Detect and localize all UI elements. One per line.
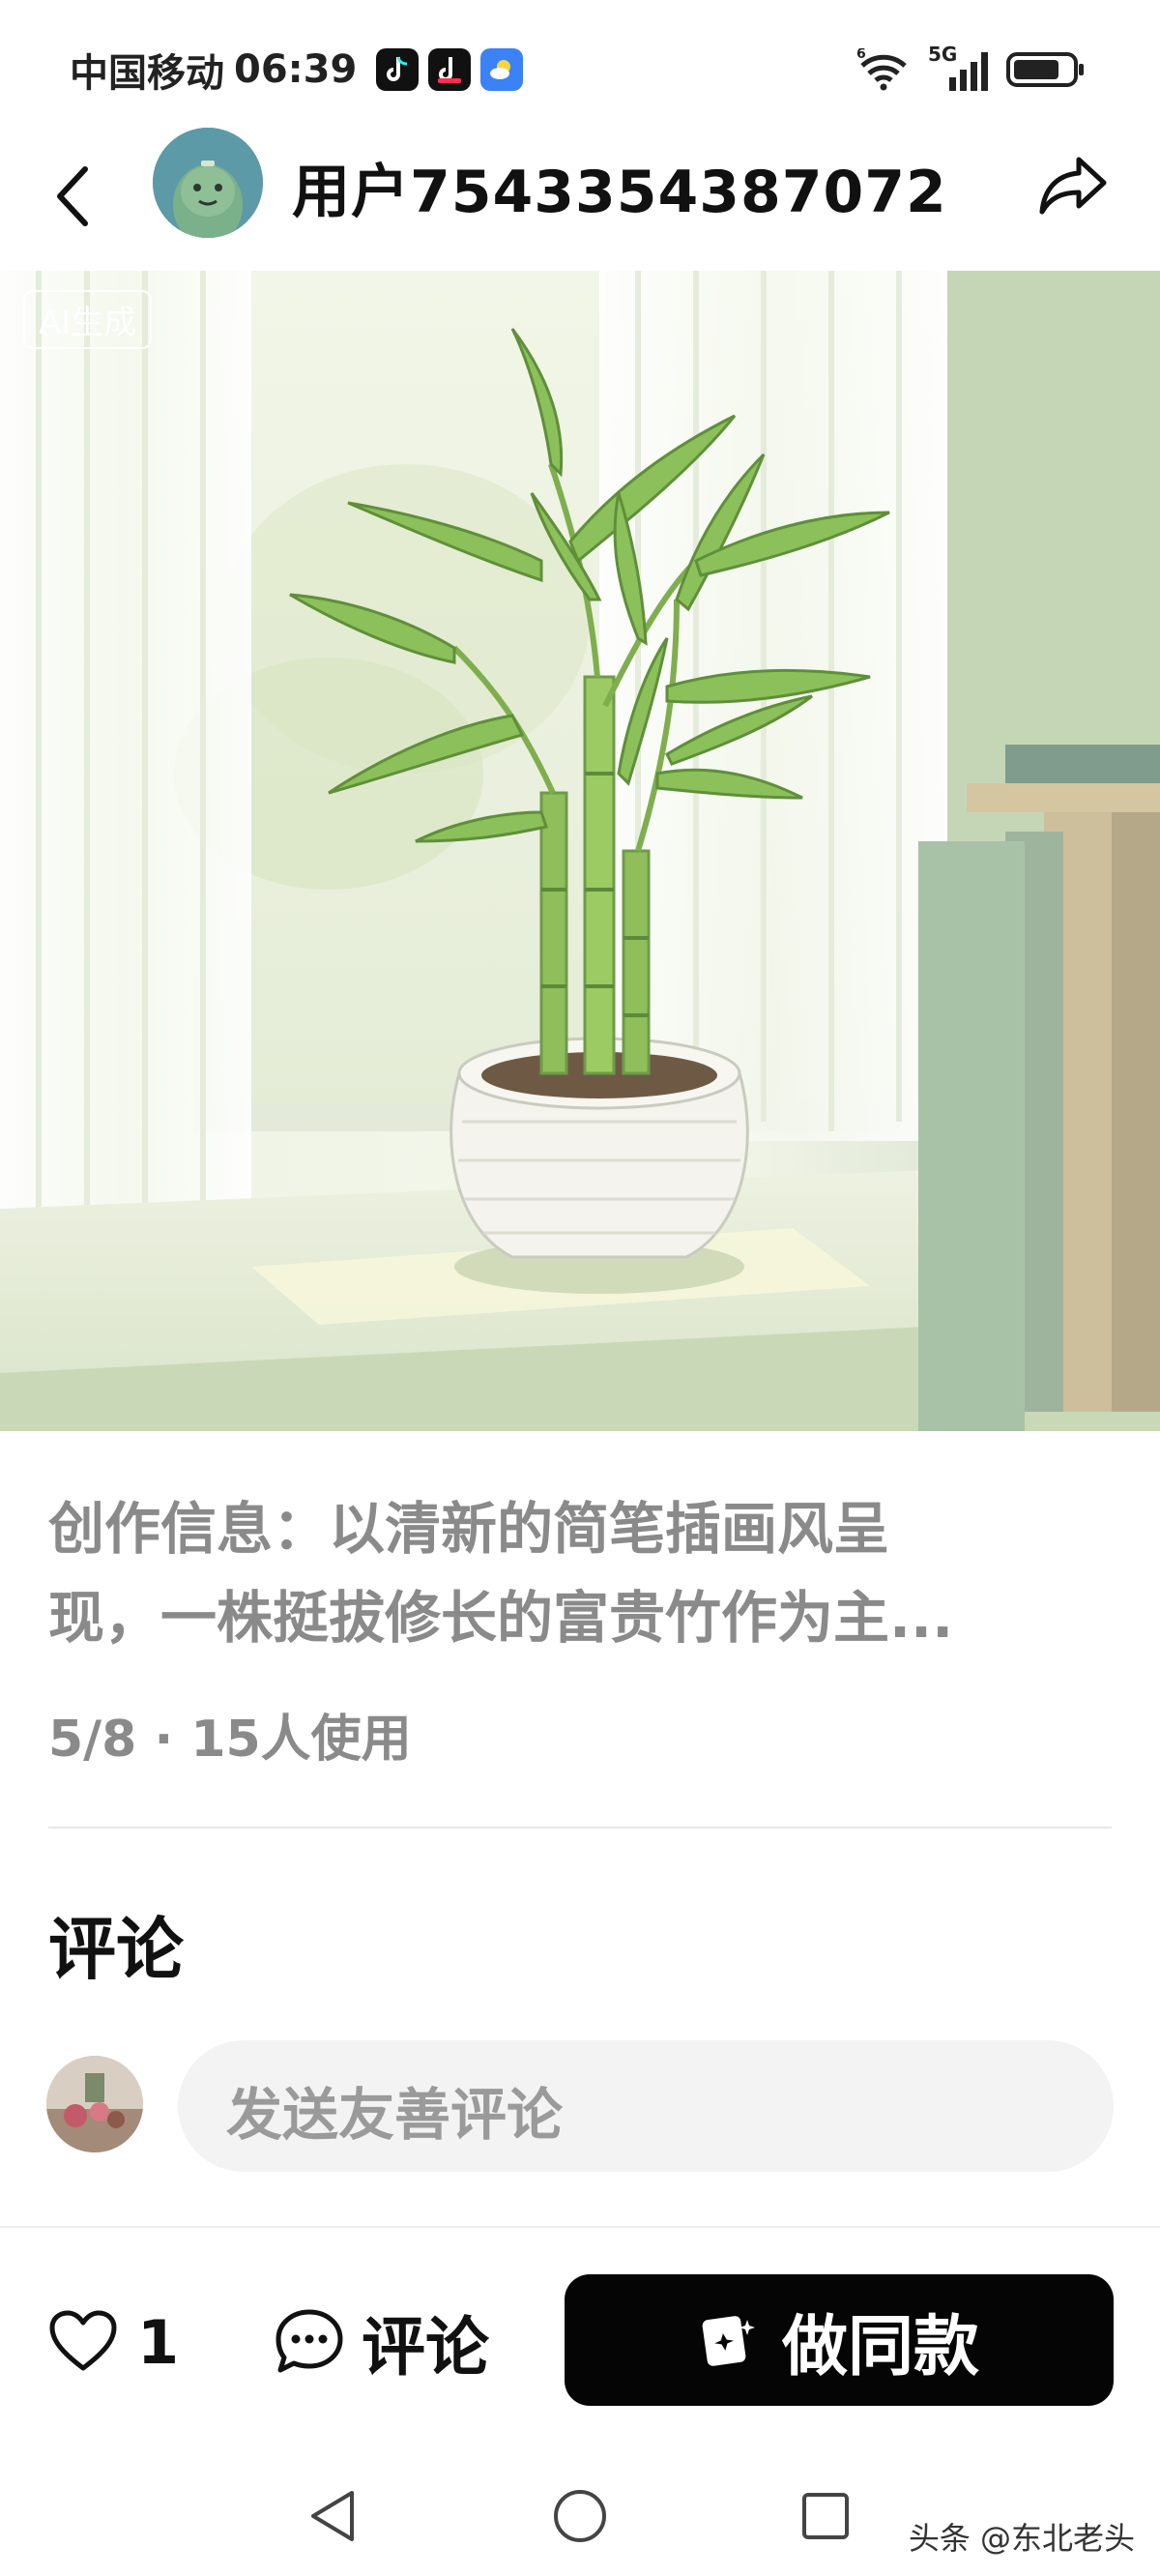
- bottom-bar-divider: [0, 2226, 1160, 2228]
- system-nav-bar: 头条 @东北老头: [0, 2456, 1160, 2576]
- nav-recents-button[interactable]: [787, 2477, 864, 2555]
- back-button[interactable]: [44, 153, 102, 240]
- wifi-6-icon: 6: [856, 48, 907, 91]
- watermark: 头条 @东北老头: [908, 2520, 1135, 2557]
- make-same-label: 做同款: [781, 2308, 979, 2386]
- status-left: 中国移动 06:39: [70, 41, 524, 99]
- generated-image[interactable]: AI生成: [0, 271, 1160, 1431]
- weather-notification-icon: [480, 48, 524, 91]
- 5g-signal-icon: 5G: [928, 43, 988, 91]
- author-username[interactable]: 用户7543354387072: [292, 145, 947, 229]
- author-avatar[interactable]: [153, 128, 263, 238]
- creation-info[interactable]: 创作信息：以清新的简笔插画风呈 现，一株挺拔修长的富贵竹作为主...: [48, 1484, 1121, 1662]
- ai-generated-badge: AI生成: [23, 290, 153, 349]
- status-right: 6 5G: [856, 41, 1087, 99]
- heart-icon: [49, 2310, 117, 2371]
- make-same-button[interactable]: 做同款: [565, 2274, 1114, 2406]
- chevron-left-icon: [57, 166, 88, 226]
- status-bar: 中国移动 06:39 6 5G: [0, 0, 1160, 135]
- like-count: 1: [137, 2306, 180, 2378]
- comment-input-placeholder: 发送友善评论: [226, 2082, 564, 2148]
- description-line-1: 创作信息：以清新的简笔插画风呈: [48, 1496, 890, 1562]
- circle-home-icon: [554, 2490, 606, 2542]
- current-user-avatar: [46, 2056, 143, 2152]
- svg-text:6: 6: [856, 48, 866, 62]
- tiktok-notification-icon: [376, 48, 420, 91]
- comment-button[interactable]: 评论: [275, 2301, 489, 2385]
- triangle-back-icon: [311, 2491, 354, 2541]
- post-header: 用户7543354387072: [0, 126, 1160, 271]
- nav-back-button[interactable]: [294, 2477, 371, 2555]
- section-divider: [48, 1827, 1112, 1829]
- tiktok-lite-notification-icon: [428, 48, 472, 91]
- like-button[interactable]: 1: [48, 2301, 179, 2383]
- share-icon: [1039, 157, 1107, 215]
- battery-icon: [1006, 52, 1084, 87]
- comment-bubble-icon: [276, 2309, 343, 2373]
- carrier-label: 中国移动: [70, 51, 224, 96]
- network-type-label: 5G: [928, 43, 958, 66]
- comments-heading: 评论: [48, 1910, 184, 1989]
- comment-button-label: 评论: [362, 2310, 489, 2385]
- usage-meta: 5/8 · 15人使用: [48, 1711, 412, 1769]
- description-line-2: 现，一株挺拔修长的富贵竹作为主...: [48, 1585, 954, 1651]
- square-recents-icon: [802, 2493, 849, 2539]
- share-button[interactable]: [1032, 145, 1114, 226]
- magic-card-icon: [702, 2316, 755, 2366]
- nav-home-button[interactable]: [541, 2477, 619, 2555]
- lucky-bamboo-illustration: [0, 271, 1160, 1431]
- clock-time: 06:39: [234, 47, 358, 92]
